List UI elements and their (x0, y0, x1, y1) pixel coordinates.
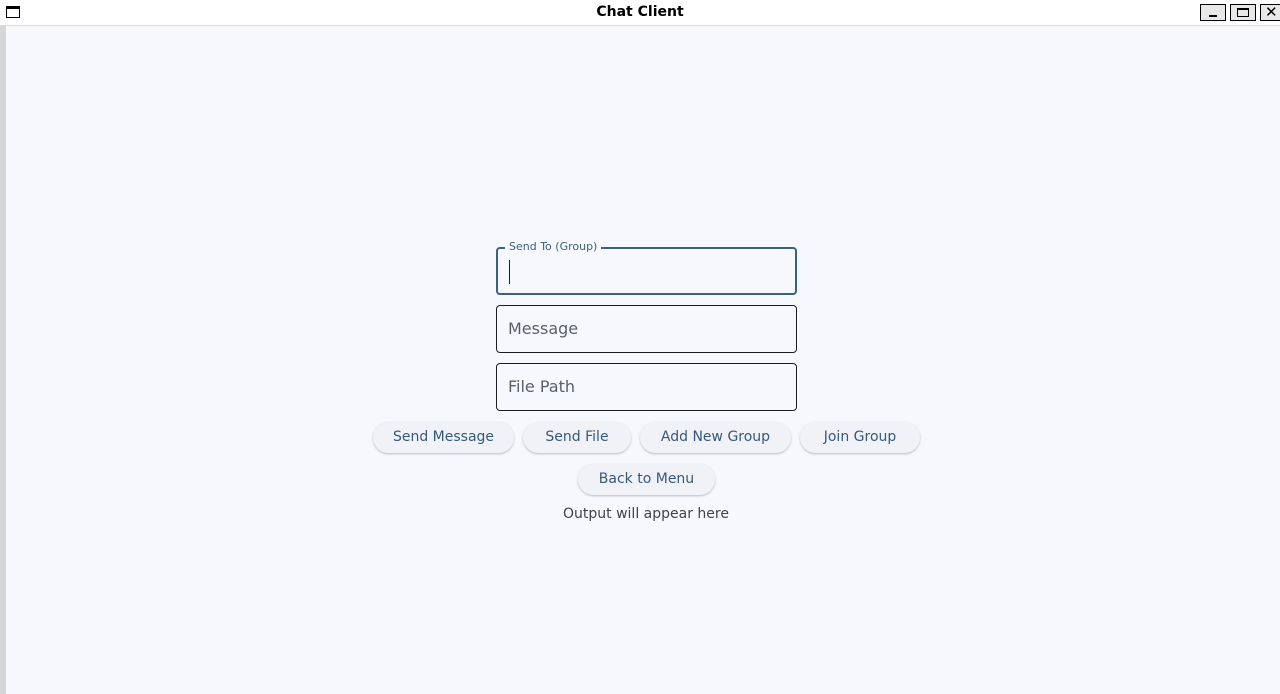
close-icon: ✕ (1265, 3, 1278, 21)
file-path-input[interactable] (508, 364, 788, 408)
output-text: Output will appear here (563, 506, 729, 522)
file-path-field[interactable] (496, 363, 797, 411)
add-new-group-button[interactable]: Add New Group (640, 422, 791, 453)
close-button[interactable]: ✕ (1260, 3, 1280, 21)
send-to-group-input[interactable] (508, 249, 788, 293)
send-message-button[interactable]: Send Message (373, 422, 514, 453)
title-bar[interactable]: Chat Client ✕ (0, 0, 1280, 26)
message-input[interactable] (508, 306, 788, 350)
maximize-button[interactable] (1230, 4, 1256, 21)
join-group-button[interactable]: Join Group (800, 422, 920, 453)
message-field[interactable] (496, 305, 797, 353)
back-to-menu-button[interactable]: Back to Menu (578, 464, 715, 495)
window-title: Chat Client (596, 4, 684, 20)
chat-client-window: Chat Client ✕ Send To (Group) Send Messa… (0, 0, 1280, 694)
send-file-button[interactable]: Send File (523, 422, 631, 453)
text-caret (509, 260, 510, 284)
send-to-group-field[interactable]: Send To (Group) (496, 240, 797, 295)
window-left-border (0, 26, 6, 694)
minimize-button[interactable] (1200, 4, 1226, 21)
send-to-group-label: Send To (Group) (505, 240, 602, 253)
